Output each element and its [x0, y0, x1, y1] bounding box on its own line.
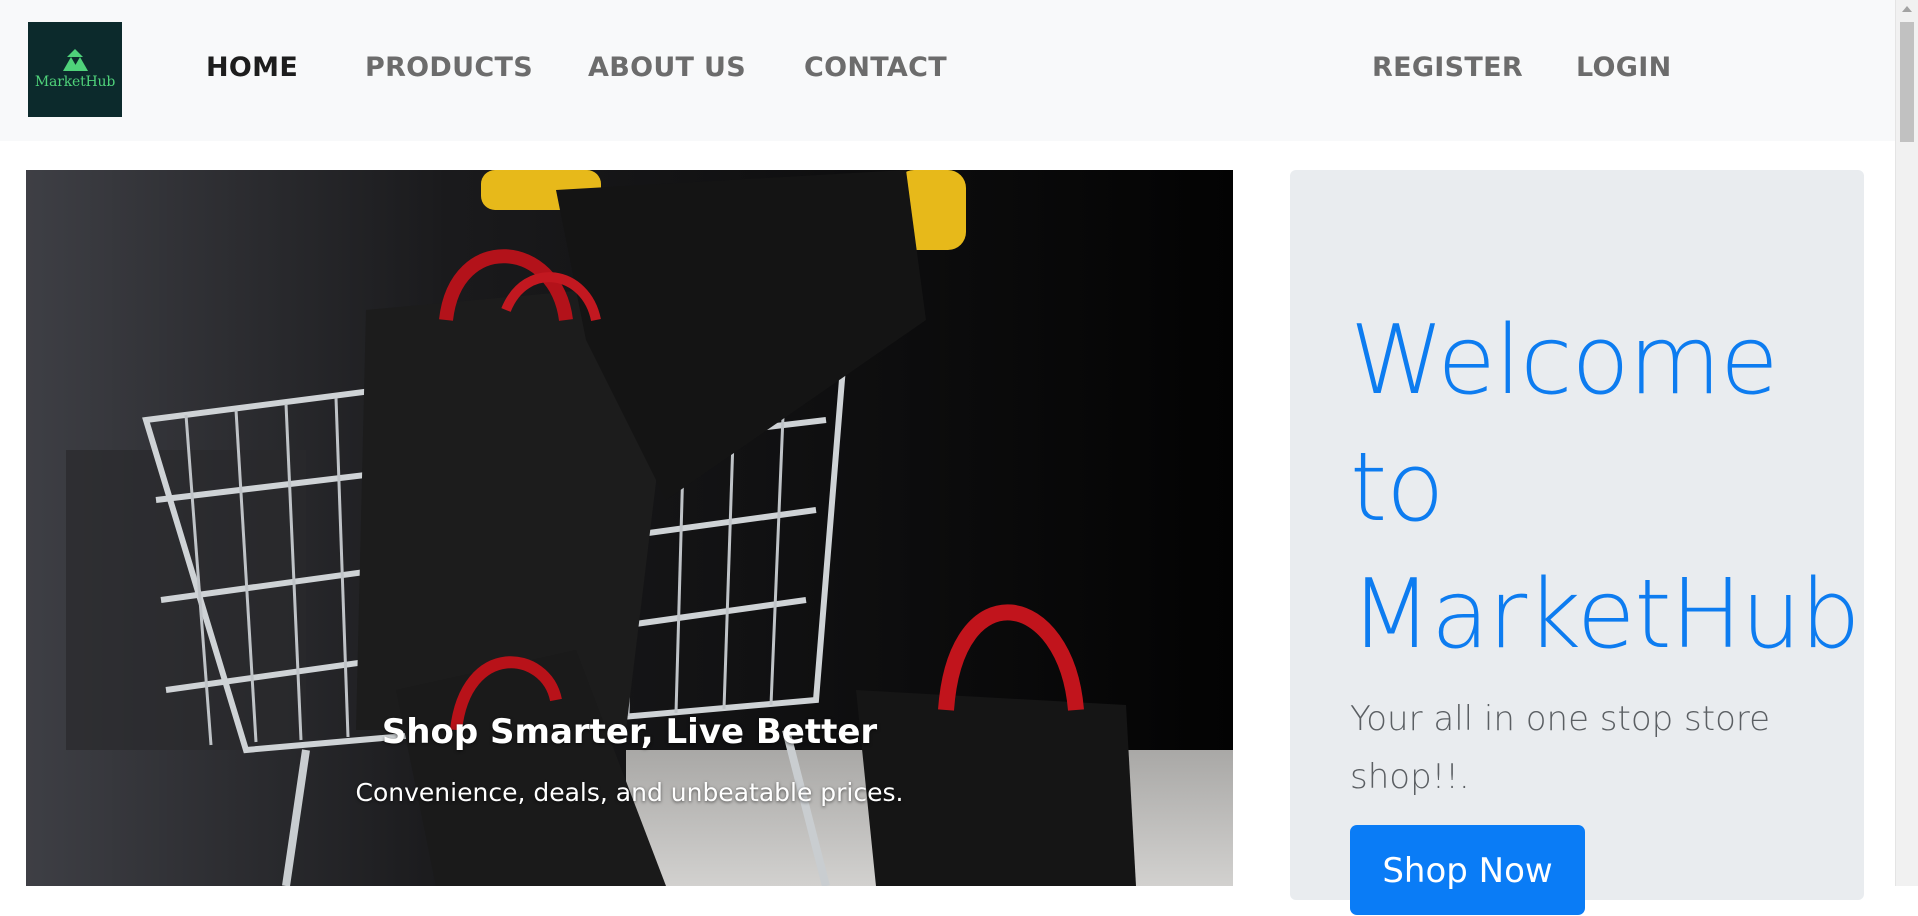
hero-caption-title: Shop Smarter, Live Better	[381, 712, 878, 752]
nav-about-link[interactable]: ABOUT US	[588, 52, 746, 83]
brand-logo[interactable]: MarketHub	[28, 22, 122, 117]
brand-name: MarketHub	[34, 74, 116, 90]
vertical-scrollbar[interactable]	[1895, 0, 1918, 886]
shop-now-button[interactable]: Shop Now	[1350, 825, 1585, 915]
scroll-up-icon[interactable]	[1902, 6, 1912, 12]
hero-caption-subtitle: Convenience, deals, and unbeatable price…	[355, 778, 904, 807]
nav-login-link[interactable]: LOGIN	[1576, 52, 1672, 83]
scrollbar-thumb[interactable]	[1900, 22, 1914, 142]
nav-register-link[interactable]: REGISTER	[1372, 52, 1523, 83]
nav-products-link[interactable]: PRODUCTS	[365, 52, 533, 83]
mountain-triangle-icon	[63, 49, 88, 71]
welcome-heading: Welcome to MarketHub	[1350, 306, 1861, 670]
nav-home-link[interactable]: HOME	[206, 52, 298, 83]
welcome-panel: Welcome to MarketHub Your all in one sto…	[1290, 170, 1864, 915]
top-navbar: MarketHub HOME PRODUCTS ABOUT US CONTACT…	[0, 0, 1895, 141]
nav-contact-link[interactable]: CONTACT	[804, 52, 947, 83]
hero-carousel[interactable]: Shop Smarter, Live Better Convenience, d…	[26, 170, 1233, 886]
welcome-lead: Your all in one stop store shop!!.	[1350, 699, 1771, 797]
